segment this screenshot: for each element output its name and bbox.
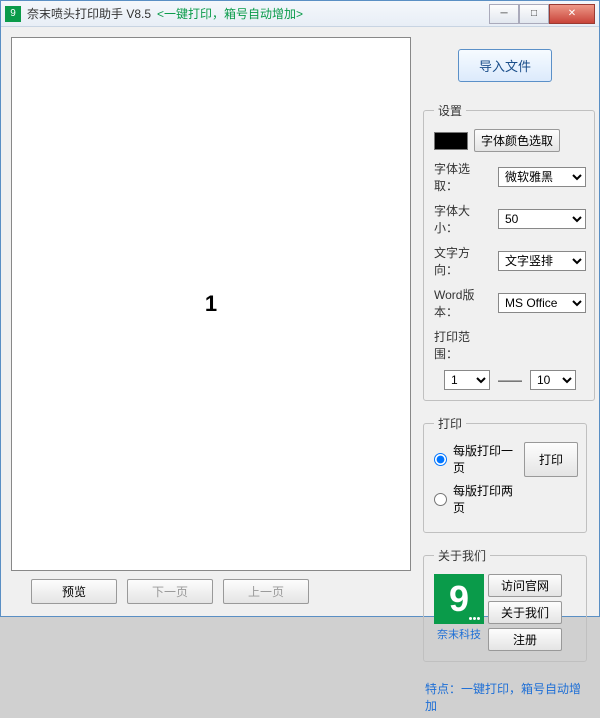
size-select[interactable]: 50 bbox=[498, 209, 586, 229]
print-group: 打印 每版打印一页 每版打印两页 打印 bbox=[423, 415, 587, 533]
about-legend: 关于我们 bbox=[434, 547, 490, 564]
preview-area: 1 bbox=[11, 37, 411, 571]
import-file-button[interactable]: 导入文件 bbox=[458, 49, 552, 82]
color-swatch[interactable] bbox=[434, 132, 468, 150]
prev-page-button[interactable]: 上一页 bbox=[223, 579, 309, 604]
print-radio-1[interactable] bbox=[434, 453, 447, 466]
about-logo-block: 9 奈末科技 bbox=[434, 574, 484, 651]
range-label: 打印范围： bbox=[434, 328, 492, 362]
next-page-button[interactable]: 下一页 bbox=[127, 579, 213, 604]
visit-site-button[interactable]: 访问官网 bbox=[488, 574, 562, 597]
titlebar: 9 奈末喷头打印助手 V8.5 <一键打印，箱号自动增加> ─ □ ✕ bbox=[1, 1, 599, 27]
word-select[interactable]: MS Office bbox=[498, 293, 586, 313]
direction-label: 文字方向： bbox=[434, 244, 492, 278]
about-caption: 奈末科技 bbox=[434, 626, 484, 642]
font-label: 字体选取： bbox=[434, 160, 492, 194]
window-title: 奈末喷头打印助手 V8.5 bbox=[27, 5, 151, 22]
page-number: 1 bbox=[205, 291, 217, 317]
about-group: 关于我们 9 奈末科技 访问官网 关于我们 注册 bbox=[423, 547, 587, 662]
app-icon: 9 bbox=[5, 6, 21, 22]
nav-buttons: 预览 下一页 上一页 bbox=[11, 571, 411, 606]
close-button[interactable]: ✕ bbox=[549, 4, 595, 24]
right-panel: 导入文件 设置 字体颜色选取 字体选取： 微软雅黑 字体大小： 50 文字方向： bbox=[417, 27, 599, 616]
preview-button[interactable]: 预览 bbox=[31, 579, 117, 604]
feature-text: 特点：一键打印，箱号自动增加 bbox=[423, 676, 587, 718]
print-option-1[interactable]: 每版打印一页 bbox=[434, 442, 516, 476]
maximize-button[interactable]: □ bbox=[519, 4, 549, 24]
range-to-select[interactable]: 10 bbox=[530, 370, 576, 390]
size-label: 字体大小： bbox=[434, 202, 492, 236]
font-select[interactable]: 微软雅黑 bbox=[498, 167, 586, 187]
word-label: Word版本： bbox=[434, 286, 492, 320]
print-radio-2[interactable] bbox=[434, 493, 447, 506]
window-controls: ─ □ ✕ bbox=[489, 4, 595, 24]
left-panel: 1 预览 下一页 上一页 bbox=[1, 27, 417, 616]
settings-legend: 设置 bbox=[434, 102, 466, 119]
print-option-2[interactable]: 每版打印两页 bbox=[434, 482, 516, 516]
content-area: 1 预览 下一页 上一页 导入文件 设置 字体颜色选取 字体选取： 微软雅黑 bbox=[1, 27, 599, 616]
print-button[interactable]: 打印 bbox=[524, 442, 578, 477]
print-legend: 打印 bbox=[434, 415, 466, 432]
register-button[interactable]: 注册 bbox=[488, 628, 562, 651]
about-us-button[interactable]: 关于我们 bbox=[488, 601, 562, 624]
range-separator: —— bbox=[498, 373, 522, 387]
range-from-select[interactable]: 1 bbox=[444, 370, 490, 390]
minimize-button[interactable]: ─ bbox=[489, 4, 519, 24]
color-pick-button[interactable]: 字体颜色选取 bbox=[474, 129, 560, 152]
settings-group: 设置 字体颜色选取 字体选取： 微软雅黑 字体大小： 50 文字方向： 文字竖排 bbox=[423, 102, 595, 401]
window-hint: <一键打印，箱号自动增加> bbox=[157, 5, 303, 22]
app-window: 9 奈末喷头打印助手 V8.5 <一键打印，箱号自动增加> ─ □ ✕ 1 预览… bbox=[0, 0, 600, 617]
direction-select[interactable]: 文字竖排 bbox=[498, 251, 586, 271]
